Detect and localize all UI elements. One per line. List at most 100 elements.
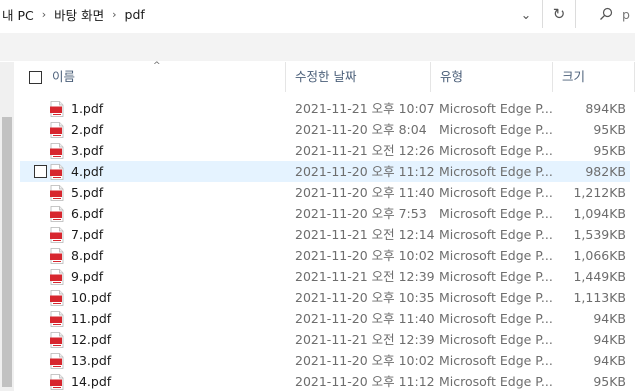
breadcrumb-pdf[interactable]: pdf — [123, 7, 149, 22]
breadcrumb: 내 PC › 바탕 화면 › pdf — [0, 0, 540, 28]
file-date: 2021-11-20 오후 11:12 — [295, 374, 435, 389]
table-row[interactable]: 12.pdf 2021-11-21 오전 12:39 Microsoft Edge … — [20, 329, 630, 350]
pdf-file-icon — [50, 164, 64, 180]
column-header-name[interactable]: 이름 — [20, 62, 286, 92]
table-row[interactable]: 9.pdf 2021-11-21 오전 12:39 Microsoft Edge P… — [20, 266, 630, 287]
file-size: 1,212KB — [573, 185, 626, 200]
pdf-file-icon — [50, 353, 64, 369]
file-size: 1,449KB — [573, 269, 626, 284]
file-list: ^ 이름 수정한 날짜 유형 크기 1.pdf 2021-11-21 오후 10:… — [20, 61, 635, 392]
pdf-file-icon — [50, 122, 64, 138]
file-name[interactable]: 10.pdf — [71, 287, 111, 308]
pdf-file-icon — [50, 206, 64, 222]
table-row[interactable]: 4.pdf 2021-11-20 오후 11:12 Microsoft Edge P… — [20, 161, 630, 182]
file-date: 2021-11-21 오전 12:26 — [295, 143, 435, 158]
file-type: Microsoft Edge P... — [439, 311, 553, 326]
file-date: 2021-11-20 오후 11:40 — [295, 311, 435, 326]
column-header-name-label: 이름 — [52, 69, 76, 84]
table-row[interactable]: 13.pdf 2021-11-20 오후 10:02 Microsoft Edge … — [20, 350, 630, 371]
file-date: 2021-11-20 오후 11:40 — [295, 185, 435, 200]
file-name[interactable]: 14.pdf — [71, 371, 111, 392]
file-name[interactable]: 3.pdf — [71, 140, 103, 161]
file-type: Microsoft Edge P... — [439, 122, 553, 137]
file-name[interactable]: 11.pdf — [71, 308, 111, 329]
table-row[interactable]: 10.pdf 2021-11-20 오후 10:35 Microsoft Edge … — [20, 287, 630, 308]
table-row[interactable]: 7.pdf 2021-11-21 오전 12:14 Microsoft Edge P… — [20, 224, 630, 245]
table-row[interactable]: 3.pdf 2021-11-21 오전 12:26 Microsoft Edge P… — [20, 140, 630, 161]
file-size: 1,066KB — [573, 248, 626, 263]
file-type: Microsoft Edge P... — [439, 164, 553, 179]
table-row[interactable]: 2.pdf 2021-11-20 오후 8:04 Microsoft Edge P.… — [20, 119, 630, 140]
table-row[interactable]: 6.pdf 2021-11-20 오후 7:53 Microsoft Edge P.… — [20, 203, 630, 224]
file-type: Microsoft Edge P... — [439, 206, 553, 221]
refresh-button[interactable]: ↻ — [542, 0, 576, 28]
file-date: 2021-11-21 오전 12:39 — [295, 269, 435, 284]
pdf-file-icon — [50, 101, 64, 117]
file-name[interactable]: 9.pdf — [71, 266, 103, 287]
address-history-button[interactable]: ⌄ — [511, 0, 541, 28]
file-size: 95KB — [593, 374, 626, 389]
file-size: 94KB — [593, 311, 626, 326]
file-name[interactable]: 5.pdf — [71, 182, 103, 203]
file-size: 894KB — [585, 101, 626, 116]
file-name[interactable]: 8.pdf — [71, 245, 103, 266]
breadcrumb-this-pc[interactable]: 내 PC — [0, 5, 38, 24]
pdf-file-icon — [50, 290, 64, 306]
file-date: 2021-11-20 오후 11:12 — [295, 164, 435, 179]
navigation-pane-scrollbar[interactable] — [0, 62, 14, 391]
chevron-down-icon: ⌄ — [520, 6, 532, 22]
select-all-checkbox[interactable] — [29, 71, 42, 84]
table-row[interactable]: 14.pdf 2021-11-20 오후 11:12 Microsoft Edge … — [20, 371, 630, 392]
column-header-type-label: 유형 — [440, 69, 464, 84]
file-type: Microsoft Edge P... — [439, 332, 553, 347]
file-name[interactable]: 6.pdf — [71, 203, 103, 224]
file-type: Microsoft Edge P... — [439, 269, 553, 284]
column-header: ^ 이름 수정한 날짜 유형 크기 — [20, 61, 635, 92]
column-header-size-label: 크기 — [562, 69, 586, 84]
table-row[interactable]: 5.pdf 2021-11-20 오후 11:40 Microsoft Edge P… — [20, 182, 630, 203]
pdf-file-icon — [50, 185, 64, 201]
pdf-file-icon — [50, 248, 64, 264]
pdf-file-icon — [50, 311, 64, 327]
column-header-type[interactable]: 유형 — [431, 62, 553, 92]
table-row[interactable]: 1.pdf 2021-11-21 오후 10:07 Microsoft Edge P… — [20, 98, 630, 119]
file-name[interactable]: 13.pdf — [71, 350, 111, 371]
breadcrumb-chevron-icon[interactable]: › — [108, 8, 122, 21]
file-type: Microsoft Edge P... — [439, 101, 553, 116]
pdf-file-icon — [50, 332, 64, 348]
file-size: 1,094KB — [573, 206, 626, 221]
file-date: 2021-11-20 오후 10:02 — [295, 248, 435, 263]
file-type: Microsoft Edge P... — [439, 185, 553, 200]
column-header-date-label: 수정한 날짜 — [295, 69, 357, 84]
table-row[interactable]: 11.pdf 2021-11-20 오후 11:40 Microsoft Edge … — [20, 308, 630, 329]
file-name[interactable]: 4.pdf — [71, 161, 103, 182]
file-name[interactable]: 7.pdf — [71, 224, 103, 245]
breadcrumb-chevron-icon[interactable]: › — [38, 8, 52, 21]
file-name[interactable]: 12.pdf — [71, 329, 111, 350]
file-date: 2021-11-21 오전 12:14 — [295, 227, 435, 242]
file-date: 2021-11-20 오후 10:35 — [295, 290, 435, 305]
table-row[interactable]: 8.pdf 2021-11-20 오후 10:02 Microsoft Edge P… — [20, 245, 630, 266]
file-date: 2021-11-20 오후 8:04 — [295, 122, 427, 137]
file-size: 95KB — [593, 143, 626, 158]
file-type: Microsoft Edge P... — [439, 374, 553, 389]
file-type: Microsoft Edge P... — [439, 143, 553, 158]
pdf-file-icon — [50, 227, 64, 243]
pdf-file-icon — [50, 143, 64, 159]
column-header-size[interactable]: 크기 — [553, 62, 635, 92]
file-type: Microsoft Edge P... — [439, 290, 553, 305]
row-checkbox[interactable] — [34, 165, 47, 178]
file-date: 2021-11-21 오후 10:07 — [295, 101, 435, 116]
scrollbar-thumb[interactable] — [2, 117, 12, 387]
pdf-file-icon — [50, 374, 64, 390]
file-name[interactable]: 1.pdf — [71, 98, 103, 119]
refresh-icon: ↻ — [552, 5, 566, 23]
search-input[interactable]: p — [587, 0, 635, 28]
file-type: Microsoft Edge P... — [439, 248, 553, 263]
file-size: 982KB — [585, 164, 626, 179]
address-bar[interactable]: 내 PC › 바탕 화면 › pdf ⌄ ↻ p — [0, 0, 635, 30]
column-header-date[interactable]: 수정한 날짜 — [286, 62, 431, 92]
breadcrumb-desktop[interactable]: 바탕 화면 — [52, 5, 108, 24]
file-type: Microsoft Edge P... — [439, 227, 553, 242]
file-name[interactable]: 2.pdf — [71, 119, 103, 140]
